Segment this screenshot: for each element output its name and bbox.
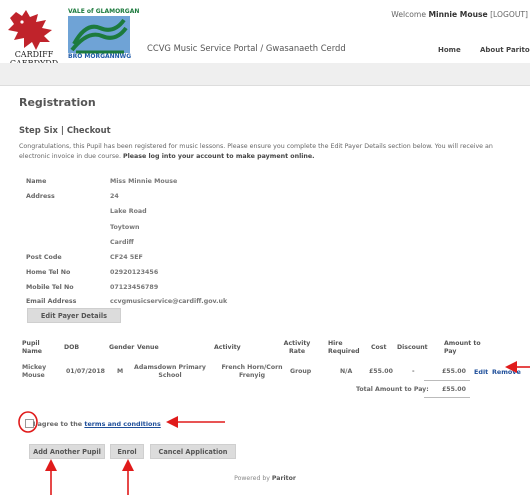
annotation-arrow-enrol xyxy=(122,459,134,495)
annotation-arrow-total xyxy=(505,361,530,373)
annotation-circle xyxy=(18,411,38,433)
annotation-overlay xyxy=(18,361,530,495)
annotation-arrow-add-pupil xyxy=(45,459,57,495)
annotation-arrow-terms xyxy=(166,416,225,428)
